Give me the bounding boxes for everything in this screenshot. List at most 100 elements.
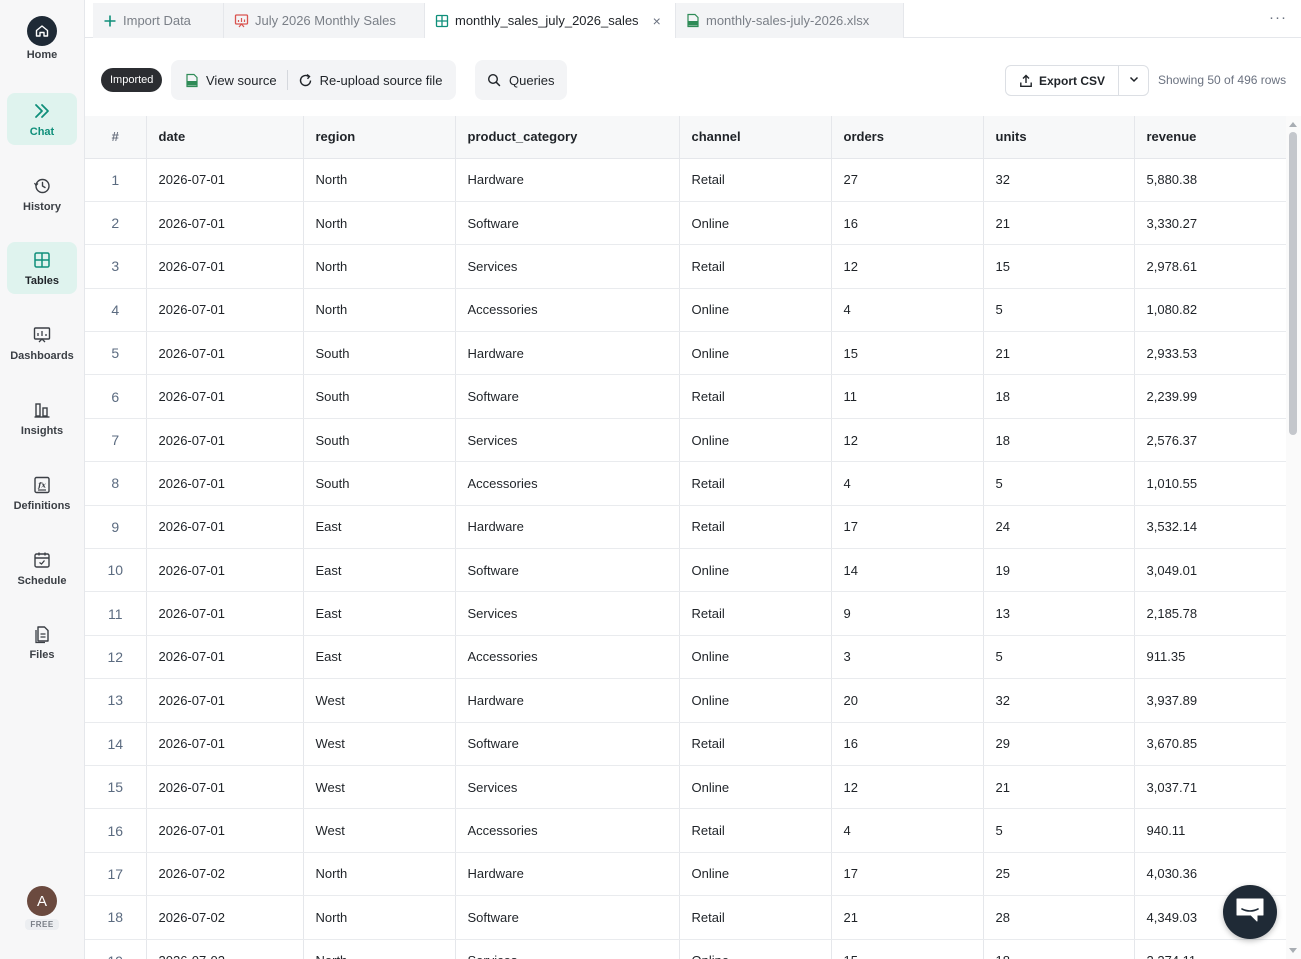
table-row[interactable]: 13 2026-07-01 West Hardware Online 20 32 3,937.… (85, 678, 1286, 723)
cell-region[interactable]: West (303, 722, 456, 766)
table-row[interactable]: 12 2026-07-01 East Accessories Online 3 5 911.3… (85, 635, 1286, 680)
cell-channel[interactable]: Online (679, 939, 832, 959)
cell-date[interactable]: 2026-07-01 (146, 418, 304, 463)
cell-revenue[interactable]: 911.35 (1134, 635, 1286, 680)
table-row[interactable]: 14 2026-07-01 West Software Retail 16 29 3,670.… (85, 722, 1286, 766)
cell-revenue[interactable]: 5,880.38 (1134, 158, 1286, 202)
column-header-units[interactable]: units (983, 116, 1135, 159)
cell-region[interactable]: East (303, 505, 456, 550)
cell-product-category[interactable]: Hardware (455, 852, 680, 897)
cell-product-category[interactable]: Accessories (455, 808, 680, 853)
cell-date[interactable]: 2026-07-01 (146, 288, 304, 333)
cell-orders[interactable]: 21 (831, 895, 984, 940)
cell-revenue[interactable]: 2,978.61 (1134, 244, 1286, 289)
cell-units[interactable]: 25 (983, 852, 1135, 897)
cell-index[interactable]: 15 (85, 765, 147, 810)
cell-units[interactable]: 5 (983, 808, 1135, 853)
sidebar-item-definitions[interactable]: fx Definitions (7, 467, 77, 519)
cell-index[interactable]: 11 (85, 591, 147, 636)
cell-date[interactable]: 2026-07-01 (146, 244, 304, 289)
cell-orders[interactable]: 12 (831, 765, 984, 810)
cell-revenue[interactable]: 2,185.78 (1134, 591, 1286, 636)
cell-channel[interactable]: Retail (679, 808, 832, 853)
cell-index[interactable]: 5 (85, 331, 147, 376)
cell-index[interactable]: 6 (85, 374, 147, 419)
column-header-revenue[interactable]: revenue (1134, 116, 1286, 159)
cell-index[interactable]: 7 (85, 418, 147, 463)
cell-date[interactable]: 2026-07-01 (146, 201, 304, 246)
cell-product-category[interactable]: Services (455, 591, 680, 636)
table-row[interactable]: 192026-07-02NorthServicesOnline15182,274… (85, 939, 1286, 959)
cell-region[interactable]: South (303, 418, 456, 463)
cell-region[interactable]: North (303, 158, 456, 202)
cell-index[interactable]: 8 (85, 461, 147, 506)
table-row[interactable]: 17 2026-07-02 North Hardware Online 17 25 4,030… (85, 852, 1286, 897)
sidebar-item-chat[interactable]: Chat (7, 93, 77, 145)
cell-revenue[interactable]: 3,670.85 (1134, 722, 1286, 766)
cell-revenue[interactable]: 3,049.01 (1134, 548, 1286, 593)
cell-channel[interactable]: Retail (679, 244, 832, 289)
vertical-scrollbar[interactable] (1286, 116, 1301, 959)
sidebar-item-history[interactable]: History (7, 168, 77, 220)
cell-date[interactable]: 2026-07-01 (146, 374, 304, 419)
cell-orders[interactable]: 17 (831, 852, 984, 897)
cell-units[interactable]: 18 (983, 939, 1135, 959)
cell-date[interactable]: 2026-07-01 (146, 548, 304, 593)
cell-units[interactable]: 24 (983, 505, 1135, 550)
cell-orders[interactable]: 14 (831, 548, 984, 593)
cell-region[interactable]: North (303, 852, 456, 897)
cell-product-category[interactable]: Hardware (455, 505, 680, 550)
cell-units[interactable]: 21 (983, 201, 1135, 246)
sidebar-item-insights[interactable]: Insights (7, 392, 77, 444)
cell-region[interactable]: South (303, 461, 456, 506)
cell-units[interactable]: 5 (983, 461, 1135, 506)
cell-units[interactable]: 32 (983, 678, 1135, 723)
cell-revenue[interactable]: 3,330.27 (1134, 201, 1286, 246)
cell-region[interactable]: West (303, 765, 456, 810)
cell-date[interactable]: 2026-07-01 (146, 591, 304, 636)
column-header-date[interactable]: date (146, 116, 304, 159)
scroll-down-arrow[interactable] (1289, 948, 1297, 953)
cell-date[interactable]: 2026-07-02 (146, 852, 304, 897)
cell-revenue[interactable]: 3,037.71 (1134, 765, 1286, 810)
cell-channel[interactable]: Online (679, 765, 832, 810)
table-row[interactable]: 18 2026-07-02 North Software Retail 21 28 4,349… (85, 895, 1286, 940)
cell-revenue[interactable]: 2,274.11 (1134, 939, 1286, 959)
cell-channel[interactable]: Retail (679, 505, 832, 550)
cell-region[interactable]: East (303, 591, 456, 636)
tab-import-data[interactable]: Import Data (93, 3, 224, 38)
table-row[interactable]: 2 2026-07-01 North Software Online 16 21 3,330.… (85, 201, 1286, 246)
cell-region[interactable]: South (303, 331, 456, 376)
cell-index[interactable]: 4 (85, 288, 147, 333)
cell-date[interactable]: 2026-07-01 (146, 722, 304, 766)
cell-channel[interactable]: Online (679, 548, 832, 593)
column-header-region[interactable]: region (303, 116, 456, 159)
cell-channel[interactable]: Online (679, 852, 832, 897)
cell-index[interactable]: 1 (85, 158, 147, 202)
cell-date[interactable]: 2026-07-02 (146, 895, 304, 940)
cell-region[interactable]: North (303, 201, 456, 246)
cell-units[interactable]: 18 (983, 374, 1135, 419)
cell-index[interactable]: 9 (85, 505, 147, 550)
more-options-icon[interactable]: ··· (1269, 9, 1287, 26)
cell-channel[interactable]: Retail (679, 895, 832, 940)
cell-region[interactable]: North (303, 895, 456, 940)
cell-index[interactable]: 2 (85, 201, 147, 246)
cell-channel[interactable]: Retail (679, 722, 832, 766)
cell-orders[interactable]: 4 (831, 808, 984, 853)
cell-revenue[interactable]: 2,239.99 (1134, 374, 1286, 419)
queries-button[interactable]: Queries (475, 60, 567, 100)
sidebar-item-tables[interactable]: Tables (7, 242, 77, 294)
cell-date[interactable]: 2026-07-01 (146, 635, 304, 680)
cell-units[interactable]: 5 (983, 288, 1135, 333)
cell-date[interactable]: 2026-07-01 (146, 461, 304, 506)
cell-orders[interactable]: 9 (831, 591, 984, 636)
cell-index[interactable]: 12 (85, 635, 147, 680)
cell-units[interactable]: 15 (983, 244, 1135, 289)
cell-index[interactable]: 10 (85, 548, 147, 593)
cell-orders[interactable]: 3 (831, 635, 984, 680)
cell-date[interactable]: 2026-07-01 (146, 808, 304, 853)
cell-date[interactable]: 2026-07-01 (146, 678, 304, 723)
cell-units[interactable]: 13 (983, 591, 1135, 636)
table-row[interactable]: 3 2026-07-01 North Services Retail 12 15 2,978.… (85, 244, 1286, 289)
